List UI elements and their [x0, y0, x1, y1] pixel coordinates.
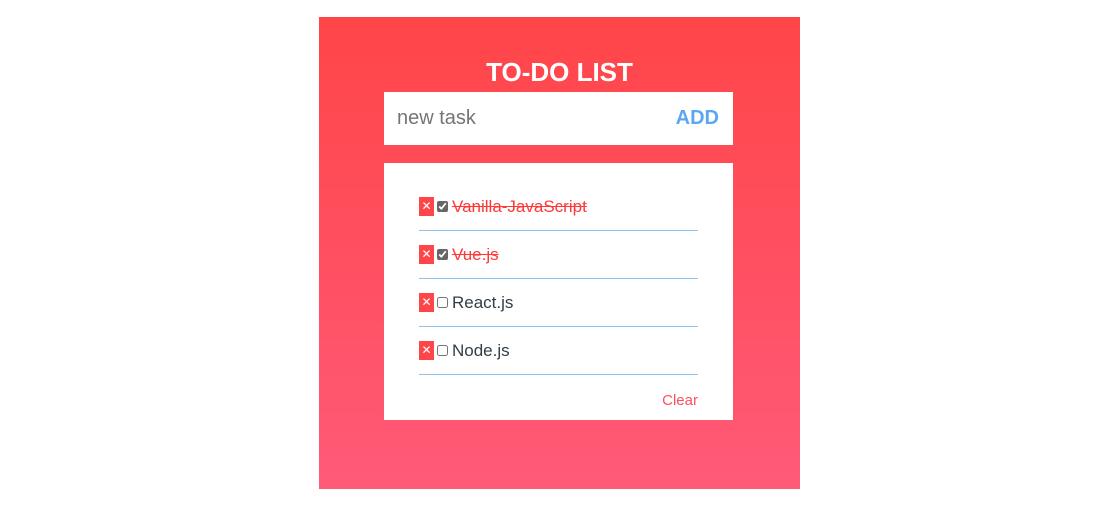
task-label: Node.js — [452, 340, 510, 360]
app-title: TO-DO LIST — [486, 57, 633, 87]
task-checkbox[interactable] — [437, 345, 448, 356]
delete-task-icon[interactable]: ✕ — [419, 197, 434, 216]
task-label: Vanilla-JavaScript — [452, 196, 587, 216]
add-button[interactable]: ADD — [676, 92, 733, 145]
task-item: ✕ React.js — [419, 279, 698, 327]
task-checkbox[interactable] — [437, 249, 448, 260]
delete-task-icon[interactable]: ✕ — [419, 341, 434, 360]
clear-button[interactable]: Clear — [662, 392, 698, 409]
task-checkbox[interactable] — [437, 297, 448, 308]
task-label: Vue.js — [452, 244, 499, 264]
new-task-form: ADD — [384, 92, 733, 145]
task-item: ✕ Node.js — [419, 327, 698, 375]
todo-app: TO-DO LIST ADD ✕ Vanilla-JavaScript ✕ Vu… — [319, 17, 800, 489]
delete-task-icon[interactable]: ✕ — [419, 245, 434, 264]
task-checkbox[interactable] — [437, 201, 448, 212]
task-item: ✕ Vue.js — [419, 231, 698, 279]
delete-task-icon[interactable]: ✕ — [419, 293, 434, 312]
task-item: ✕ Vanilla-JavaScript — [419, 183, 698, 231]
task-label: React.js — [452, 292, 514, 312]
new-task-input[interactable] — [384, 92, 676, 145]
task-list: ✕ Vanilla-JavaScript ✕ Vue.js ✕ React.js… — [419, 183, 698, 375]
task-list-card: ✕ Vanilla-JavaScript ✕ Vue.js ✕ React.js… — [384, 163, 733, 420]
